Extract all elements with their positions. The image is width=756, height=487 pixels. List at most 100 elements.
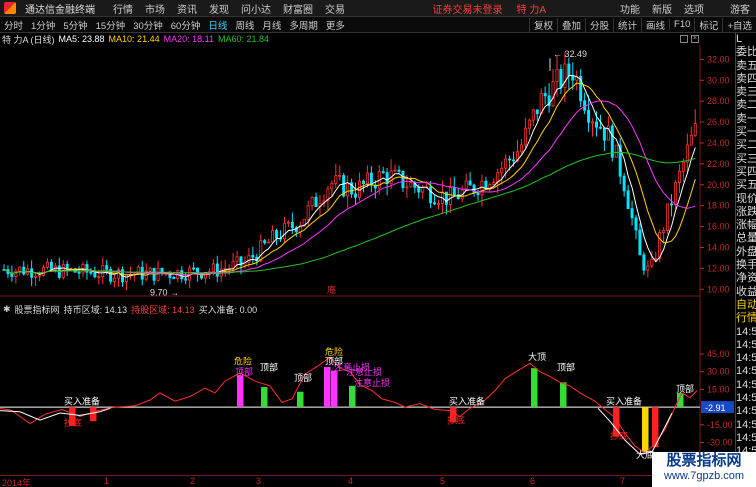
side-panel-item[interactable]: 买四: [736, 166, 756, 179]
side-panel-item[interactable]: 14:5: [736, 339, 756, 352]
candlestick: [282, 216, 286, 243]
menu-news[interactable]: 资讯: [171, 1, 203, 16]
side-panel-item[interactable]: 卖一: [736, 113, 756, 126]
candlestick: [618, 137, 622, 185]
candlestick: [638, 223, 642, 256]
candlestick: [666, 203, 670, 235]
candle-body: [504, 158, 508, 169]
side-panel-item[interactable]: 14:5: [736, 405, 756, 418]
side-panel-item[interactable]: 14:5: [736, 352, 756, 365]
side-panel-item[interactable]: 卖四: [736, 73, 756, 86]
side-panel-item[interactable]: 卖五: [736, 60, 756, 73]
period-5min[interactable]: 5分钟: [59, 18, 91, 32]
xaxis-month-5: 5: [440, 476, 446, 486]
side-panel-item[interactable]: 涨跌: [736, 206, 756, 219]
candle-body: [184, 278, 188, 281]
side-panel-item[interactable]: 自动: [736, 299, 756, 312]
candle-body: [662, 230, 666, 233]
user-guest[interactable]: 游客: [724, 1, 756, 16]
period-weekly[interactable]: 周线: [231, 18, 258, 32]
candlestick: [192, 262, 196, 271]
pane-settings-icon[interactable]: ·: [680, 35, 688, 43]
indicator-hold-stock: 持股区域: 14.13: [131, 304, 195, 315]
candle-body: [614, 144, 618, 158]
period-15min[interactable]: 15分钟: [92, 18, 130, 32]
candle-body: [535, 109, 539, 115]
side-panel-item[interactable]: 外盘: [736, 246, 756, 259]
menu-function[interactable]: 功能: [614, 1, 646, 16]
login-warning[interactable]: 证券交易未登录: [427, 1, 509, 16]
tool-stats[interactable]: 统计: [613, 17, 641, 32]
side-panel-item[interactable]: 14:5: [736, 419, 756, 432]
side-panel-item[interactable]: 买三: [736, 153, 756, 166]
side-panel-item[interactable]: 14:5: [736, 432, 756, 445]
tool-adjust[interactable]: 复权: [528, 17, 557, 32]
quote-side-panel: L 委比 卖五 卖四 卖三 卖二 卖一 买一 买二 买三 买四 买五 现价 涨跌 涨幅 总量 外盘 换手 净资 收益自…: [735, 33, 756, 487]
candle-body: [105, 265, 109, 270]
side-panel-item[interactable]: 收益: [736, 286, 756, 299]
side-panel-item[interactable]: 委比: [736, 46, 756, 59]
candlestick: [357, 172, 361, 201]
side-panel-item[interactable]: 14:5: [736, 379, 756, 392]
side-panel-item[interactable]: 买五: [736, 179, 756, 192]
menu-new-version[interactable]: 新版: [646, 1, 678, 16]
candle-body: [211, 263, 215, 273]
candle-body: [464, 180, 468, 191]
tool-f10[interactable]: F10: [669, 19, 694, 30]
period-1min[interactable]: 1分钟: [27, 18, 59, 32]
period-30min[interactable]: 30分钟: [129, 18, 167, 32]
period-multi[interactable]: 多周期: [285, 18, 322, 32]
candle-body: [310, 196, 314, 207]
tool-mark[interactable]: 标记: [694, 17, 722, 32]
side-panel-item[interactable]: 净资: [736, 272, 756, 285]
period-more[interactable]: 更多: [322, 18, 349, 32]
menu-discover[interactable]: 发现: [203, 1, 235, 16]
tool-watchlist[interactable]: +自选: [722, 17, 756, 32]
candlestick: [259, 234, 263, 263]
side-panel-item[interactable]: 卖二: [736, 99, 756, 112]
ma10-line: [3, 82, 696, 276]
label-bottom: 抄底: [610, 430, 628, 441]
menu-market[interactable]: 市场: [139, 1, 171, 16]
menu-quotes[interactable]: 行情: [107, 1, 139, 16]
candlestick: [338, 165, 342, 181]
candle-body: [267, 241, 271, 244]
tool-overlay[interactable]: 叠加: [556, 17, 585, 32]
side-panel-item[interactable]: 14:5: [736, 365, 756, 378]
tool-draw[interactable]: 画线: [641, 17, 669, 32]
side-panel-item[interactable]: 行情: [736, 312, 756, 325]
gear-icon[interactable]: ✱: [3, 304, 11, 315]
side-panel-item[interactable]: 涨幅: [736, 219, 756, 232]
side-panel-item[interactable]: L: [736, 33, 756, 46]
side-panel-item[interactable]: 现价: [736, 193, 756, 206]
period-60min[interactable]: 60分钟: [167, 18, 205, 32]
candlestick: [551, 69, 555, 108]
menu-ask[interactable]: 问小达: [235, 1, 277, 16]
candle-body: [361, 180, 365, 185]
indicator-title[interactable]: 股票指标网: [15, 303, 60, 316]
period-tick[interactable]: 分时: [0, 18, 27, 32]
candle-body: [666, 203, 670, 231]
side-panel-item[interactable]: 总量: [736, 232, 756, 245]
candle-body: [500, 167, 504, 174]
side-panel-item[interactable]: 换手: [736, 259, 756, 272]
candle-body: [539, 93, 543, 115]
menu-wealth[interactable]: 财富圈: [277, 1, 319, 16]
menu-trade[interactable]: 交易: [319, 1, 351, 16]
tool-split[interactable]: 分股: [585, 17, 613, 32]
price-chart[interactable]: 32.00 30.00 28.00 26.00 24.00 22.00 20.00 18.00…: [0, 45, 735, 297]
side-panel-item[interactable]: 14:5: [736, 392, 756, 405]
side-panel-item[interactable]: 买一: [736, 126, 756, 139]
indicator-chart[interactable]: 45.00 30.00 15.00 -15.00 -30.00 -2.91 买入准备抄底 危险…: [0, 296, 735, 476]
period-monthly[interactable]: 月线: [258, 18, 285, 32]
candlestick: [42, 264, 46, 277]
side-panel-item[interactable]: 买二: [736, 139, 756, 152]
side-panel-item[interactable]: 14:5: [736, 326, 756, 339]
price-tick-label: 12.00: [707, 263, 730, 273]
pane-close-icon[interactable]: ×: [691, 35, 699, 43]
menu-options[interactable]: 选项: [678, 1, 710, 16]
period-daily[interactable]: 日线: [204, 18, 231, 32]
candle-body: [30, 268, 34, 278]
candlestick: [45, 258, 49, 270]
side-panel-item[interactable]: 卖三: [736, 86, 756, 99]
